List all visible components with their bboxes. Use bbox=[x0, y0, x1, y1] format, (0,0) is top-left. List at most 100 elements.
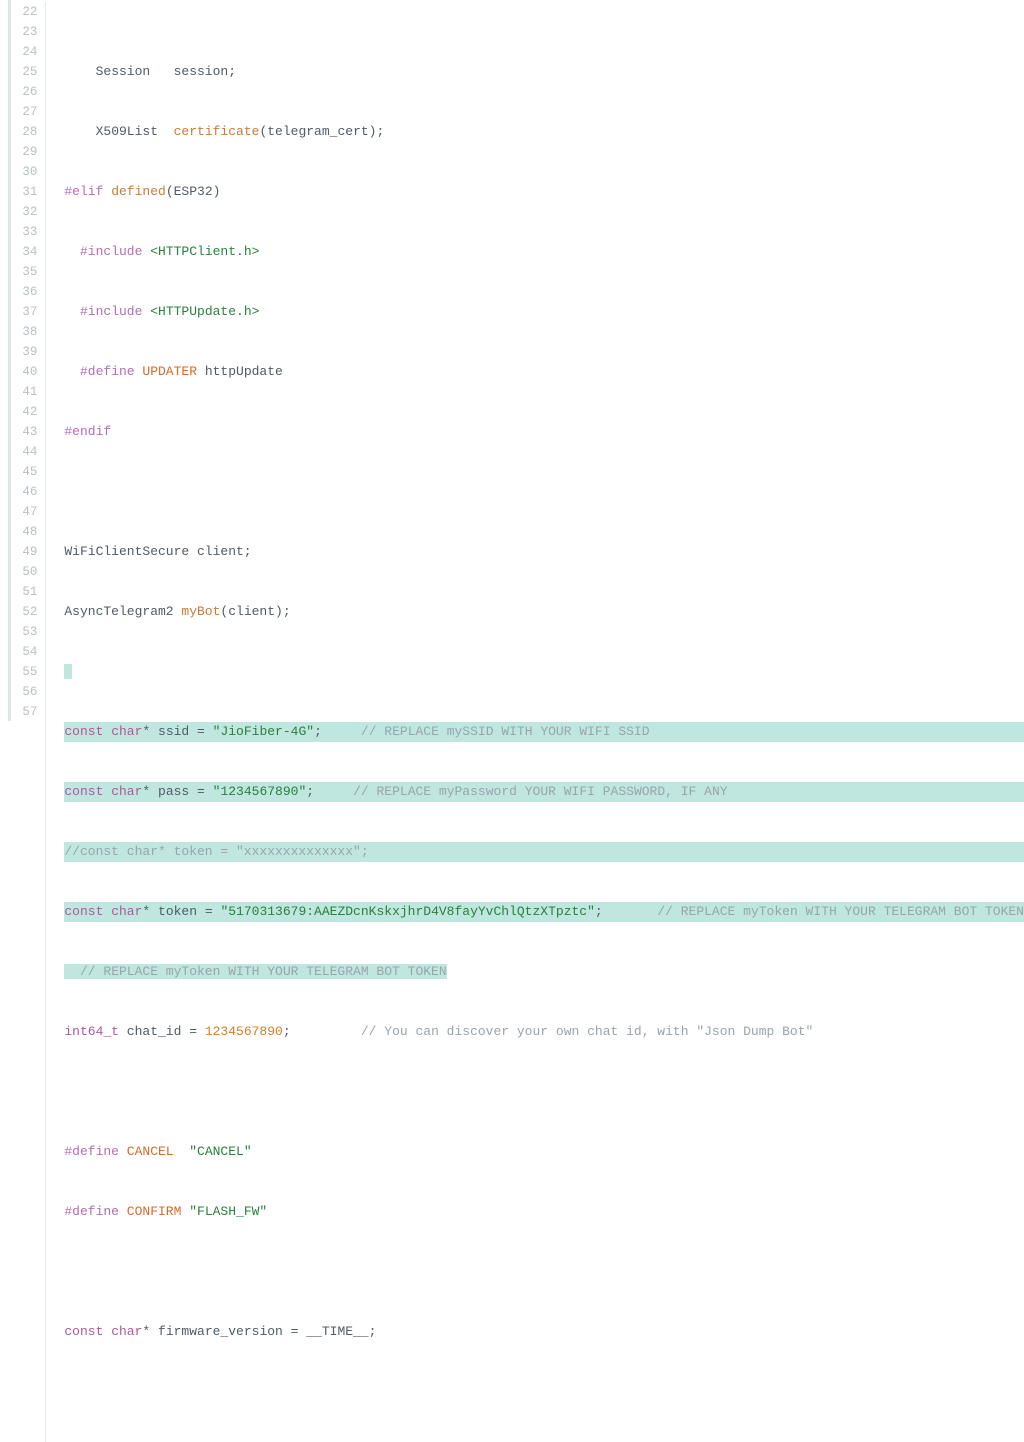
line-number: 26 bbox=[0, 82, 37, 102]
keyword-token: const bbox=[64, 1324, 103, 1339]
line-number: 25 bbox=[0, 62, 37, 82]
line-number: 24 bbox=[0, 42, 37, 62]
line-number: 44 bbox=[0, 442, 37, 462]
line-number: 36 bbox=[0, 282, 37, 302]
code-line: #endif bbox=[64, 422, 1024, 442]
code-line bbox=[64, 1082, 1024, 1102]
line-number: 51 bbox=[0, 582, 37, 602]
line-number: 52 bbox=[0, 602, 37, 622]
text-token: * token = bbox=[142, 904, 220, 919]
preproc-token: #include bbox=[80, 304, 142, 319]
preproc-token: #define bbox=[64, 1204, 119, 1219]
space-token bbox=[174, 1144, 190, 1159]
space-token bbox=[603, 904, 658, 919]
string-token: "CANCEL" bbox=[189, 1144, 251, 1159]
text-token: (client); bbox=[220, 604, 290, 619]
line-number: 48 bbox=[0, 522, 37, 542]
macro-token: CONFIRM bbox=[127, 1204, 182, 1219]
type-token: char bbox=[111, 1324, 142, 1339]
type-token: char bbox=[111, 724, 142, 739]
code-line: WiFiClientSecure client; bbox=[64, 542, 1024, 562]
type-token: char bbox=[111, 784, 142, 799]
text-token: httpUpdate bbox=[197, 364, 283, 379]
text-token: ; bbox=[306, 784, 314, 799]
line-number: 47 bbox=[0, 502, 37, 522]
code-area[interactable]: Session session; X509List certificate(te… bbox=[64, 2, 1024, 1442]
line-number: 39 bbox=[0, 342, 37, 362]
line-number: 42 bbox=[0, 402, 37, 422]
space-token bbox=[322, 724, 361, 739]
comment-token: //const char* token = "xxxxxxxxxxxxxx"; bbox=[64, 844, 368, 859]
type-token: Session bbox=[96, 64, 151, 79]
line-number: 32 bbox=[0, 202, 37, 222]
code-line bbox=[64, 1262, 1024, 1282]
line-number: 33 bbox=[0, 222, 37, 242]
code-line: Session session; bbox=[64, 62, 1024, 82]
line-number: 41 bbox=[0, 382, 37, 402]
comment-token: // You can discover your own chat id, wi… bbox=[361, 1024, 813, 1039]
code-line: #include <HTTPUpdate.h> bbox=[64, 302, 1024, 322]
line-number: 28 bbox=[0, 122, 37, 142]
string-token: "1234567890" bbox=[213, 784, 307, 799]
code-line: X509List certificate(telegram_cert); bbox=[64, 122, 1024, 142]
code-line: const char* firmware_version = __TIME__; bbox=[64, 1322, 1024, 1342]
text-token: (ESP32) bbox=[166, 184, 221, 199]
comment-token: // REPLACE mySSID WITH YOUR WIFI SSID bbox=[361, 724, 650, 739]
preproc-token: #define bbox=[64, 1144, 119, 1159]
code-line-selected: // REPLACE myToken WITH YOUR TELEGRAM BO… bbox=[64, 962, 1024, 982]
string-token: "5170313679:AAEZDcnKskxjhrD4V8fayYvChlQt… bbox=[220, 904, 594, 919]
line-number: 46 bbox=[0, 482, 37, 502]
macro-token: UPDATER bbox=[142, 364, 197, 379]
string-token: "FLASH_FW" bbox=[189, 1204, 267, 1219]
line-number: 54 bbox=[0, 642, 37, 662]
keyword-token: const bbox=[64, 784, 103, 799]
code-editor: 2223242526272829303132333435363738394041… bbox=[0, 0, 1024, 1442]
code-line: #define CONFIRM "FLASH_FW" bbox=[64, 1202, 1024, 1222]
line-number: 53 bbox=[0, 622, 37, 642]
include-token: <HTTPUpdate.h> bbox=[150, 304, 259, 319]
line-number: 43 bbox=[0, 422, 37, 442]
code-line: #include <HTTPClient.h> bbox=[64, 242, 1024, 262]
space-token bbox=[158, 124, 174, 139]
space-token bbox=[181, 1204, 189, 1219]
fn-token: certificate bbox=[174, 124, 260, 139]
text-token: ; bbox=[595, 904, 603, 919]
text-token: ; bbox=[314, 724, 322, 739]
code-line: #define CANCEL "CANCEL" bbox=[64, 1142, 1024, 1162]
text-token: * ssid = bbox=[142, 724, 212, 739]
preproc-token: #include bbox=[80, 244, 142, 259]
code-line: #define UPDATER httpUpdate bbox=[64, 362, 1024, 382]
code-line-selected: const char* ssid = "JioFiber-4G"; // REP… bbox=[64, 722, 1024, 742]
line-number: 34 bbox=[0, 242, 37, 262]
line-number: 56 bbox=[0, 682, 37, 702]
text-token: chat_id = bbox=[119, 1024, 205, 1039]
string-token: "JioFiber-4G" bbox=[213, 724, 314, 739]
space-token bbox=[314, 784, 353, 799]
preproc-token: #define bbox=[80, 364, 135, 379]
line-number: 38 bbox=[0, 322, 37, 342]
text-token: session; bbox=[150, 64, 236, 79]
line-number: 29 bbox=[0, 142, 37, 162]
line-number: 27 bbox=[0, 102, 37, 122]
macro-token: CANCEL bbox=[127, 1144, 174, 1159]
comment-token: // REPLACE myPassword YOUR WIFI PASSWORD… bbox=[353, 784, 727, 799]
space-token bbox=[64, 964, 80, 979]
line-number: 35 bbox=[0, 262, 37, 282]
line-number: 22 bbox=[0, 2, 37, 22]
code-line bbox=[64, 482, 1024, 502]
preproc-token: #elif bbox=[64, 184, 103, 199]
code-line-selected: const char* token = "5170313679:AAEZDcnK… bbox=[64, 902, 1024, 922]
text-token: ; bbox=[283, 1024, 291, 1039]
type-token: char bbox=[111, 904, 142, 919]
line-number: 30 bbox=[0, 162, 37, 182]
code-line: AsyncTelegram2 myBot(client); bbox=[64, 602, 1024, 622]
line-number: 49 bbox=[0, 542, 37, 562]
keyword-token: const bbox=[64, 904, 103, 919]
text-token: (telegram_cert); bbox=[259, 124, 384, 139]
keyword-token: const bbox=[64, 724, 103, 739]
text-token: AsyncTelegram2 bbox=[64, 604, 181, 619]
include-token: <HTTPClient.h> bbox=[150, 244, 259, 259]
space-token bbox=[291, 1024, 361, 1039]
code-line-selected: //const char* token = "xxxxxxxxxxxxxx"; bbox=[64, 842, 1024, 862]
fn-token: myBot bbox=[181, 604, 220, 619]
